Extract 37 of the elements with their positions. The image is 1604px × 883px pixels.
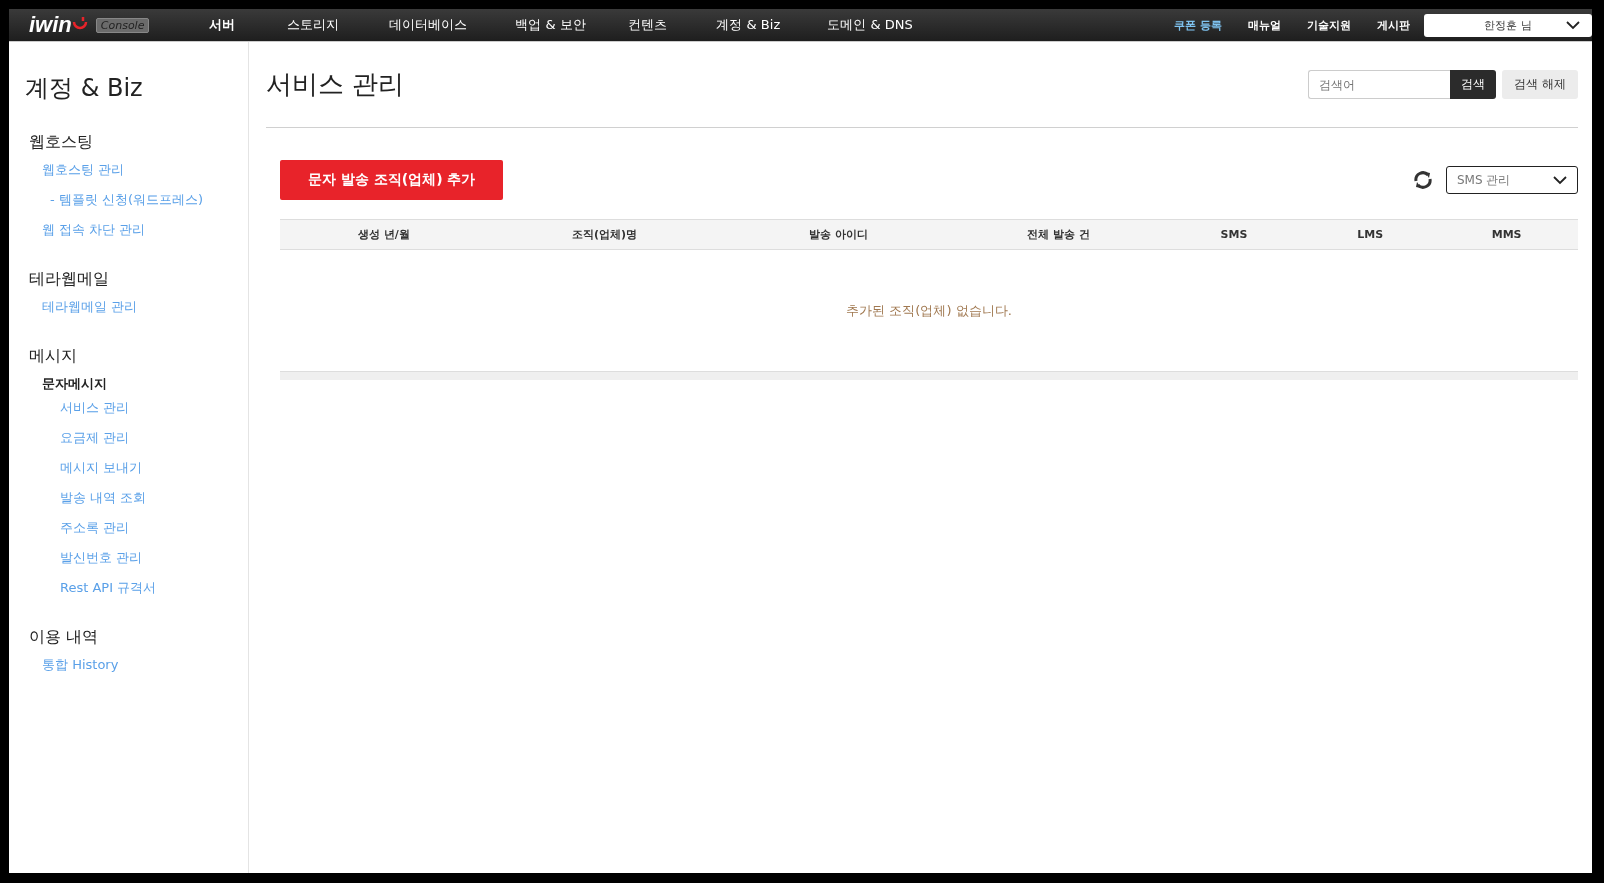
column-header: 조직(업체)명 [570, 227, 638, 242]
sidebar-title: 계정 & Biz [25, 73, 144, 104]
column-header: LMS [1356, 228, 1385, 241]
chevron-icon [1553, 175, 1567, 185]
user-dropdown[interactable]: 한정훈 님 [1424, 13, 1592, 37]
nav-item[interactable]: 도메인 & DNS [827, 16, 948, 34]
nav-item[interactable]: 서버 [209, 16, 288, 34]
console-badge: Console [95, 17, 150, 33]
sidebar-subgroup-title: 문자메시지 [42, 375, 108, 393]
column-header: 발송 아이디 [807, 227, 869, 242]
logo[interactable]: iwin [29, 12, 72, 38]
header-link[interactable]: 매뉴얼 [1248, 17, 1281, 33]
search-field[interactable]: 검색어 [1308, 70, 1451, 99]
column-header: 생성 년/월 [356, 227, 411, 242]
sms-select[interactable]: SMS 관리 [1446, 166, 1578, 194]
nav-item[interactable]: 계정 & Biz [716, 16, 828, 34]
search-button[interactable]: 검색 [1450, 70, 1497, 99]
sidebar-group-title: 메시지 [29, 346, 78, 367]
nav-item[interactable]: 데이터베이스 [389, 16, 516, 34]
empty-message: 추가된 조직(업체) 없습니다. [846, 301, 1012, 320]
column-header: SMS [1219, 228, 1249, 241]
add-organization-button[interactable]: 문자 발송 조직(업체) 추가 [280, 160, 504, 200]
header-link[interactable]: 게시판 [1377, 17, 1410, 33]
nav-item[interactable]: 스토리지 [287, 16, 390, 34]
column-header: MMS [1490, 228, 1523, 241]
sidebar-group-title: 이용 내역 [29, 627, 100, 648]
chevron-icon [1566, 20, 1580, 30]
refresh-icon[interactable] [1412, 170, 1434, 190]
header-link[interactable]: 기술지원 [1307, 17, 1351, 33]
page-title: 서비스 관리 [266, 68, 405, 101]
column-header: 전체 발송 건 [1026, 227, 1092, 242]
nav-item[interactable]: 컨텐츠 [628, 16, 717, 34]
header-link[interactable]: 쿠폰 등록 [1174, 17, 1222, 33]
sidebar-group-title: 테라웹메일 [29, 269, 110, 290]
nav-item[interactable]: 백업 & 보안 [515, 16, 629, 34]
sidebar-group-title: 웹호스팅 [29, 132, 94, 153]
clear-search-button[interactable]: 검색 해제 [1502, 70, 1578, 99]
